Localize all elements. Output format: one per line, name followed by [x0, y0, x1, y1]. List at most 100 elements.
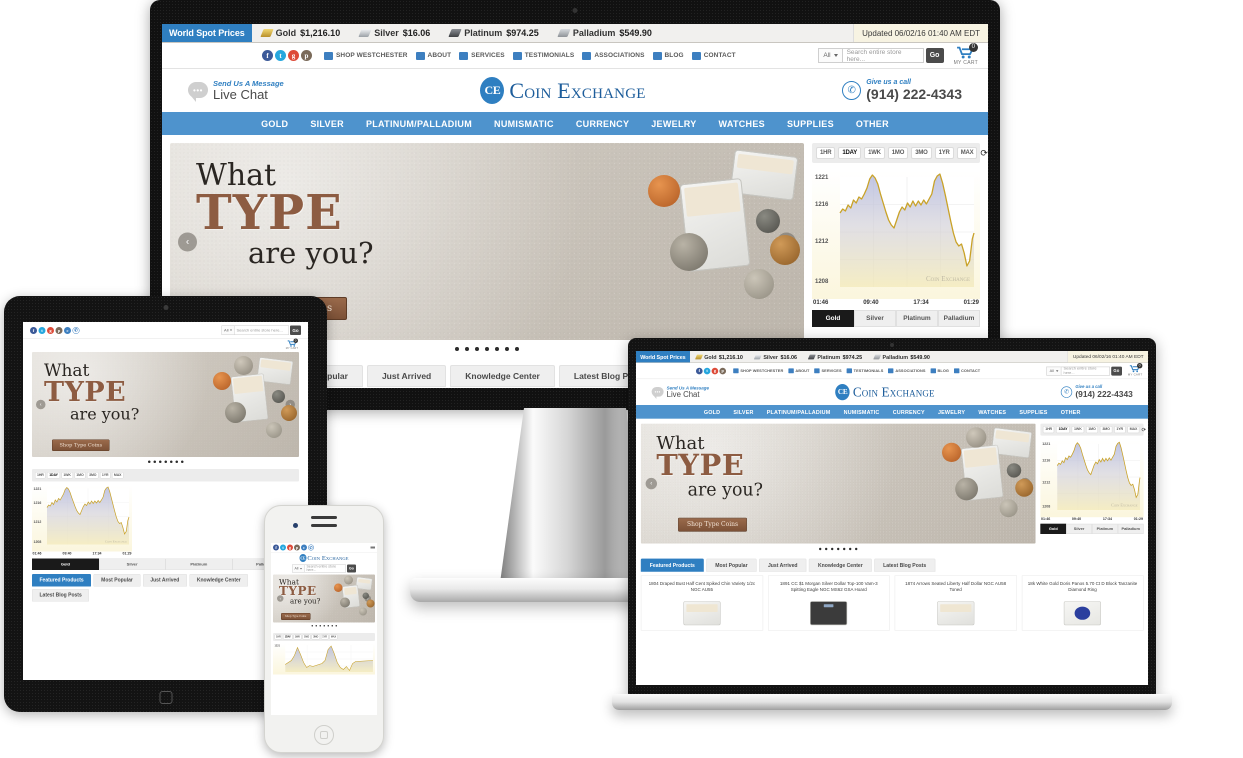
utility-link-services[interactable]: SERVICES: [459, 51, 505, 60]
hero-prev-arrow[interactable]: ‹: [277, 595, 284, 602]
hamburger-menu-icon[interactable]: [370, 545, 375, 550]
range-1day[interactable]: 1DAY: [283, 634, 293, 640]
spot-item-palladium[interactable]: Palladium $549.90: [549, 28, 662, 38]
hero-slider[interactable]: What TYPE are you? Shop Type Coins ‹ ›: [640, 423, 1036, 544]
tab-knowledge-center[interactable]: Knowledge Center: [808, 558, 872, 572]
slide-dot[interactable]: [164, 460, 167, 463]
cart-area[interactable]: 0 MY CART: [286, 338, 298, 350]
tab-featured-products[interactable]: Featured Products: [640, 558, 704, 572]
tab-latest-blog-posts[interactable]: Latest Blog Posts: [874, 558, 936, 572]
phone-home-button[interactable]: [314, 725, 334, 745]
slide-dot[interactable]: [158, 460, 162, 463]
refresh-icon[interactable]: ⟳: [980, 148, 988, 159]
slide-dot[interactable]: [331, 625, 333, 627]
facebook-icon[interactable]: f: [696, 367, 703, 375]
hero-slide-dots[interactable]: [273, 623, 375, 629]
tab-knowledge-center[interactable]: Knowledge Center: [189, 574, 249, 587]
spot-item-gold[interactable]: Gold $1,216.10: [252, 28, 351, 38]
utility-link-testimonials[interactable]: TESTIMONIALS: [512, 51, 575, 60]
phone-block[interactable]: ✆ Give us a call (914) 222-4343: [1060, 385, 1133, 399]
range-1hr[interactable]: 1HR: [816, 147, 836, 159]
utility-link-associations[interactable]: ASSOCIATIONS: [582, 51, 644, 60]
slide-dot[interactable]: [323, 625, 325, 627]
nav-item-currency[interactable]: CURRENCY: [576, 119, 629, 129]
hero-prev-arrow[interactable]: ‹: [36, 399, 46, 410]
range-1hr[interactable]: 1HR: [1042, 426, 1055, 434]
googleplus-icon[interactable]: g: [711, 367, 719, 375]
metal-tab-gold[interactable]: Gold: [812, 310, 854, 327]
chat-icon[interactable]: c: [64, 326, 71, 334]
utility-link-associations[interactable]: ASSOCIATIONS: [888, 368, 925, 374]
nav-item-watches[interactable]: WATCHES: [719, 119, 765, 129]
tab-just-arrived[interactable]: Just Arrived: [758, 558, 807, 572]
phone-icon[interactable]: ✆: [308, 544, 314, 551]
slide-dot[interactable]: [455, 347, 459, 351]
facebook-icon[interactable]: f: [273, 544, 279, 551]
slide-dot[interactable]: [843, 547, 846, 551]
nav-item-other[interactable]: OTHER: [856, 119, 889, 129]
range-3mo[interactable]: 3MO: [1099, 426, 1113, 434]
slide-dot[interactable]: [169, 460, 173, 463]
nav-item-currency[interactable]: CURRENCY: [893, 409, 925, 415]
range-1day[interactable]: 1DAY: [838, 147, 862, 159]
metal-tab-gold[interactable]: Gold: [32, 558, 99, 570]
search-input[interactable]: Search entire store here...: [234, 325, 289, 335]
range-1wk[interactable]: 1WK: [293, 634, 302, 640]
search-go-button[interactable]: Go: [290, 325, 301, 335]
live-chat-button[interactable]: ••• Send Us A Message Live Chat: [651, 385, 709, 400]
tab-knowledge-center[interactable]: Knowledge Center: [450, 365, 555, 387]
hero-slide-dots[interactable]: [641, 544, 1036, 553]
googleplus-icon[interactable]: g: [47, 326, 54, 334]
twitter-icon[interactable]: t: [275, 50, 286, 61]
nav-item-platinum-palladium[interactable]: PLATINUM/PALLADIUM: [366, 119, 472, 129]
range-1mo[interactable]: 1MO: [1085, 426, 1099, 434]
search-scope-select[interactable]: All: [818, 48, 842, 63]
utility-link-blog[interactable]: BLOG: [652, 51, 684, 60]
range-1yr[interactable]: 1YR: [934, 147, 954, 159]
utility-link-services[interactable]: SERVICES: [814, 368, 842, 374]
slide-dot[interactable]: [849, 547, 852, 551]
metal-tab-palladium[interactable]: Palladium: [1117, 523, 1144, 534]
metal-tab-platinum[interactable]: Platinum: [1092, 523, 1118, 534]
tab-most-popular[interactable]: Most Popular: [706, 558, 757, 572]
range-1hr[interactable]: 1HR: [35, 472, 46, 479]
search-scope-select[interactable]: All: [1046, 366, 1061, 376]
range-1mo[interactable]: 1MO: [74, 472, 86, 479]
range-1yr[interactable]: 1YR: [1113, 426, 1126, 434]
tab-just-arrived[interactable]: Just Arrived: [366, 365, 447, 387]
slide-dot[interactable]: [147, 460, 151, 463]
tablet-home-button[interactable]: [159, 691, 172, 704]
hero-slider[interactable]: What TYPE are you? Shop Type Coins ‹ ›: [273, 574, 375, 623]
utility-link-contact[interactable]: CONTACT: [691, 51, 736, 60]
nav-item-jewelry[interactable]: JEWELRY: [651, 119, 696, 129]
hero-slide-dots[interactable]: [32, 457, 299, 465]
product-card[interactable]: 1804 Draped Bust Half Cent Spiked Chin V…: [640, 575, 763, 631]
search-scope-select[interactable]: All: [292, 564, 304, 573]
slide-dot[interactable]: [315, 625, 317, 627]
tab-just-arrived[interactable]: Just Arrived: [142, 574, 187, 587]
range-1day[interactable]: 1DAY: [1056, 426, 1070, 434]
slide-dot[interactable]: [831, 547, 834, 551]
slide-dot[interactable]: [837, 547, 840, 551]
slide-dot[interactable]: [319, 625, 321, 627]
cart-area[interactable]: 0 MY CART: [954, 42, 978, 66]
live-chat-button[interactable]: ••• Send Us A Message Live Chat: [188, 79, 284, 103]
nav-item-gold[interactable]: GOLD: [704, 409, 720, 415]
search-input[interactable]: Search entire store here...: [841, 48, 924, 63]
pinterest-icon[interactable]: p: [55, 326, 63, 334]
spot-item-palladium[interactable]: Palladium $549.90: [868, 354, 936, 360]
nav-item-watches[interactable]: WATCHES: [978, 409, 1006, 415]
utility-link-contact[interactable]: CONTACT: [953, 368, 980, 374]
product-card[interactable]: 18k White Gold Doris Panos 5.70 Ct D Blo…: [1021, 575, 1144, 631]
slide-dot[interactable]: [311, 625, 313, 627]
range-1wk[interactable]: 1WK: [61, 472, 73, 479]
chat-icon[interactable]: c: [301, 544, 307, 551]
phone-block[interactable]: ✆ Give us a call (914) 222-4343: [842, 79, 962, 101]
search-go-button[interactable]: Go: [346, 564, 356, 573]
twitter-icon[interactable]: t: [38, 326, 46, 334]
nav-item-jewelry[interactable]: JEWELRY: [938, 409, 965, 415]
slide-dot[interactable]: [153, 460, 156, 463]
hero-prev-arrow[interactable]: ‹: [178, 232, 197, 251]
slide-dot[interactable]: [515, 347, 519, 351]
range-max[interactable]: MAX: [111, 472, 124, 479]
